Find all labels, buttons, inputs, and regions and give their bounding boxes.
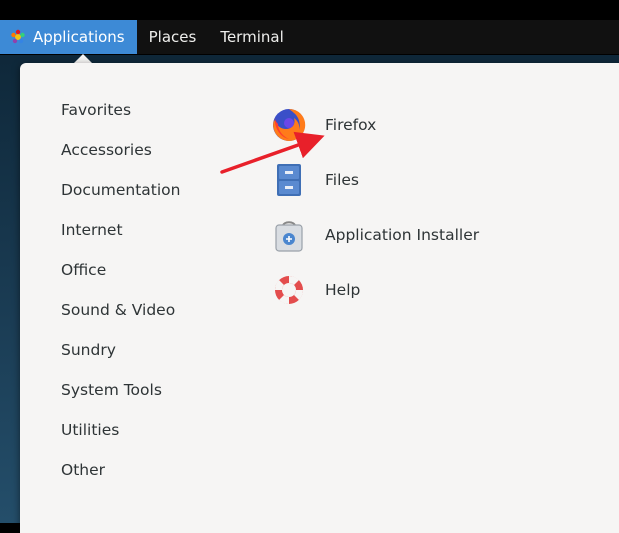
applications-menu-popup: Favorites Accessories Documentation Inte… (20, 63, 619, 533)
category-accessories[interactable]: Accessories (61, 139, 191, 179)
app-firefox[interactable]: Firefox (270, 97, 479, 152)
terminal-menu-label: Terminal (220, 28, 284, 46)
files-icon (270, 161, 308, 199)
category-system-tools[interactable]: System Tools (61, 379, 191, 419)
top-panel: Applications Places Terminal (0, 20, 619, 55)
terminal-menu-button[interactable]: Terminal (208, 20, 295, 54)
category-internet[interactable]: Internet (61, 219, 191, 259)
category-sundry[interactable]: Sundry (61, 339, 191, 379)
category-sound-video[interactable]: Sound & Video (61, 299, 191, 339)
app-label-files: Files (325, 170, 360, 189)
category-list: Favorites Accessories Documentation Inte… (61, 99, 191, 499)
category-utilities[interactable]: Utilities (61, 419, 191, 459)
applications-menu-button[interactable]: Applications (0, 20, 137, 54)
application-installer-icon (270, 216, 308, 254)
applications-menu-label: Applications (33, 28, 125, 46)
places-menu-button[interactable]: Places (137, 20, 209, 54)
application-list: Firefox Files Application Installer Help (270, 97, 479, 317)
app-label-application-installer: Application Installer (325, 225, 480, 244)
firefox-icon (270, 106, 308, 144)
category-documentation[interactable]: Documentation (61, 179, 191, 219)
category-other[interactable]: Other (61, 459, 191, 499)
category-office[interactable]: Office (61, 259, 191, 299)
app-files[interactable]: Files (270, 152, 479, 207)
app-label-help: Help (325, 280, 361, 299)
app-label-firefox: Firefox (325, 115, 377, 134)
gnome-foot-icon (10, 29, 26, 45)
places-menu-label: Places (148, 28, 197, 46)
category-favorites[interactable]: Favorites (61, 99, 191, 139)
app-help[interactable]: Help (270, 262, 479, 317)
app-application-installer[interactable]: Application Installer (270, 207, 479, 262)
help-icon (270, 271, 308, 309)
